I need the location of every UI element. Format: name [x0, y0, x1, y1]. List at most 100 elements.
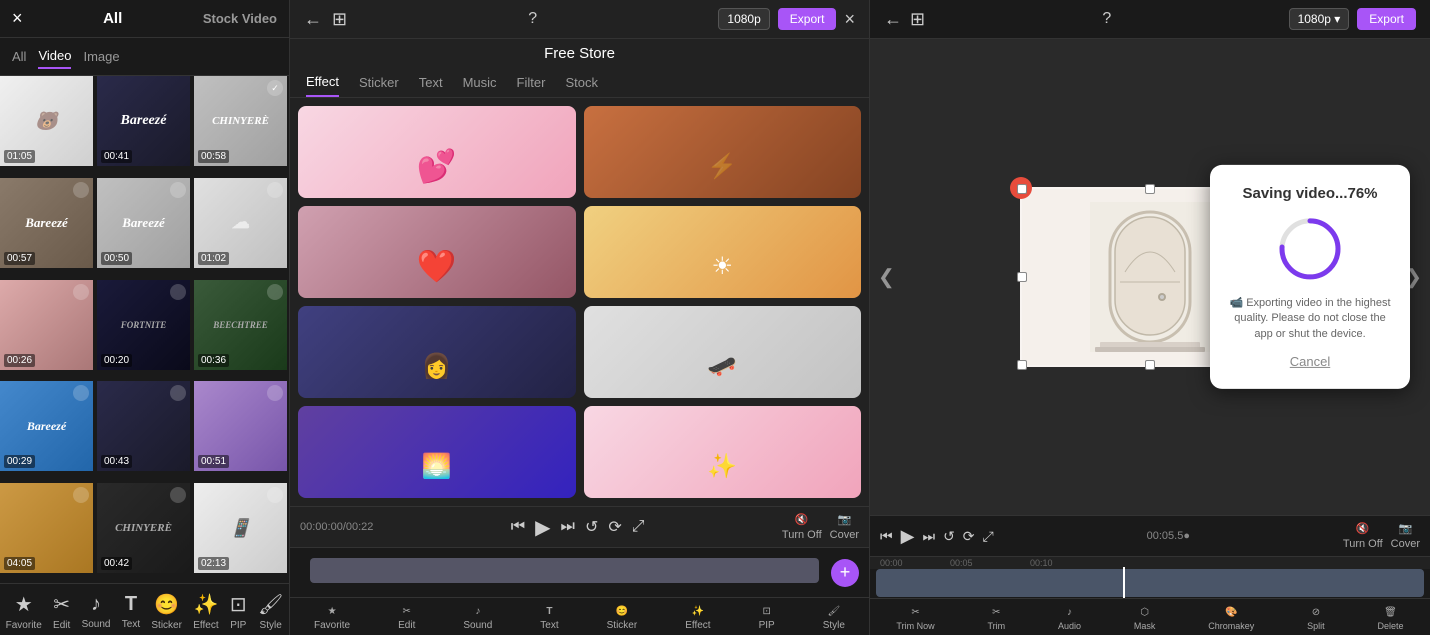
list-item[interactable]: Bareezé 00:29	[0, 381, 93, 471]
edit-label: Edit	[53, 620, 70, 631]
effect-7[interactable]: 🌅 Effect 7 Tiked	[298, 406, 576, 498]
effect-heart-emoji[interactable]: ❤️ Heart Emoji Tiked	[298, 206, 576, 298]
list-item[interactable]: 00:43	[97, 381, 190, 471]
sound-button-mid[interactable]: ♪ Sound	[463, 606, 492, 631]
close-icon[interactable]: ×	[844, 9, 855, 30]
tab-stock[interactable]: Stock	[565, 69, 598, 96]
turn-off-button[interactable]: 🔇 Turn Off	[1343, 522, 1383, 550]
tab-filter[interactable]: Filter	[517, 69, 546, 96]
resolution-button[interactable]: 1080p	[718, 8, 769, 30]
tab-image[interactable]: Image	[83, 45, 119, 68]
cover-button[interactable]: 📷 Cover	[830, 513, 859, 541]
style-button-mid[interactable]: 🖌 Style	[823, 606, 845, 631]
duration-label: 04:05	[4, 557, 35, 570]
redo-icon[interactable]: ⟳	[608, 517, 621, 537]
question-icon[interactable]: ?	[1102, 10, 1111, 28]
style-button[interactable]: 🖌 Style	[258, 592, 283, 631]
undo-icon[interactable]: ↺	[943, 528, 955, 545]
effect-light-leak-2[interactable]: ☀ Light Leak 2 Tiked	[584, 206, 862, 298]
play-icon[interactable]: ▶	[535, 515, 550, 540]
list-item[interactable]: 📱 02:13	[194, 483, 287, 573]
handle-bottom-left[interactable]	[1017, 360, 1027, 370]
ctrl-buttons: ⏮ ▶ ⏭ ↺ ⟳ ⤢	[511, 515, 645, 540]
list-item[interactable]: 🐻 01:05	[0, 76, 93, 166]
expand-icon[interactable]: ⤢	[632, 518, 645, 536]
expand-icon[interactable]: ⤢	[983, 528, 994, 545]
chromakey-button[interactable]: 🎨 Chromakey	[1208, 607, 1254, 631]
handle-bottom-center[interactable]	[1145, 360, 1155, 370]
tab-all[interactable]: All	[12, 45, 26, 68]
export-button[interactable]: Export	[778, 8, 837, 30]
audio-button[interactable]: ♪ Audio	[1058, 607, 1081, 631]
undo-icon[interactable]: ↺	[585, 517, 598, 537]
close-icon[interactable]: ×	[12, 8, 23, 29]
preview-arrow-left[interactable]: ❮	[878, 265, 895, 290]
resolution-button[interactable]: 1080p ▾	[1289, 8, 1350, 30]
pip-button[interactable]: ⊡ PIP	[230, 592, 247, 631]
sound-button[interactable]: ♪ Sound	[82, 593, 111, 630]
split-button[interactable]: ⊘ Split	[1307, 607, 1325, 631]
effect-flash-4[interactable]: 👩 Flash 4 Tiked	[298, 306, 576, 398]
list-item[interactable]: Bareezé 00:57	[0, 178, 93, 268]
tab-music[interactable]: Music	[463, 69, 497, 96]
tab-effect[interactable]: Effect	[306, 68, 339, 97]
effect-thumb: ☀	[584, 206, 862, 298]
add-clip-button[interactable]: +	[831, 559, 859, 587]
mask-button[interactable]: ⬡ Mask	[1134, 607, 1156, 631]
effect-flash-1[interactable]: 🛹 Flash 1 Tiked	[584, 306, 862, 398]
list-item[interactable]: BEECHTREE 00:36	[194, 280, 287, 370]
handle-top-center[interactable]	[1145, 184, 1155, 194]
turn-off-button[interactable]: 🔇 Turn Off	[782, 513, 822, 541]
list-item[interactable]: FORTNITE 00:20	[97, 280, 190, 370]
favorite-button[interactable]: ★ Favorite	[6, 592, 42, 631]
edit-button-mid[interactable]: ✂ Edit	[398, 606, 415, 631]
saving-cancel-button[interactable]: Cancel	[1290, 354, 1330, 369]
tab-video[interactable]: Video	[38, 44, 71, 69]
edit-button[interactable]: ✂ Edit	[53, 592, 70, 631]
effect-button[interactable]: ✨ Effect	[193, 592, 218, 631]
pip-button-mid[interactable]: ⊡ PIP	[759, 606, 775, 631]
list-item[interactable]: 04:05	[0, 483, 93, 573]
list-item[interactable]: Bareezé 00:41	[97, 76, 190, 166]
list-item[interactable]: 00:26	[0, 280, 93, 370]
skip-end-icon[interactable]: ⏭	[922, 528, 935, 545]
effect-pixel-pop[interactable]: 💕 Pixel Pop Tiked	[298, 106, 576, 198]
sticker-button[interactable]: 😊 Sticker	[151, 592, 182, 631]
sticker-button-mid[interactable]: 😊 Sticker	[607, 606, 638, 631]
turn-off-icon: 🔇	[1356, 522, 1370, 535]
redo-icon[interactable]: ⟳	[963, 528, 975, 545]
text-button-mid[interactable]: T Text	[540, 606, 558, 631]
trim-now-button[interactable]: ✂ Trim Now	[896, 607, 934, 631]
handle-top-left[interactable]	[1017, 184, 1027, 194]
skip-back-icon[interactable]: ⏮	[511, 518, 525, 536]
list-item[interactable]: CHINYERÈ 00:42	[97, 483, 190, 573]
back-icon[interactable]: ←	[884, 9, 902, 30]
list-item[interactable]: ☁ 01:02	[194, 178, 287, 268]
store-title: Free Store	[290, 39, 869, 68]
export-button[interactable]: Export	[1357, 8, 1416, 30]
trim-button[interactable]: ✂ Trim	[987, 607, 1005, 631]
back-icon[interactable]: ←	[304, 9, 322, 30]
skip-start-icon[interactable]: ⏮	[880, 528, 893, 545]
question-icon[interactable]: ?	[528, 10, 537, 28]
handle-middle-left[interactable]	[1017, 272, 1027, 282]
grid-icon[interactable]: ⊞	[332, 9, 347, 30]
delete-button[interactable]: 🗑 Delete	[1378, 607, 1404, 631]
audio-icon: ♪	[1067, 607, 1072, 618]
list-item[interactable]: CHINYERÈ 00:58 ✓	[194, 76, 287, 166]
skip-forward-icon[interactable]: ⏭	[561, 518, 575, 536]
effect-8[interactable]: ✨ Effect 8 Tiked	[584, 406, 862, 498]
grid-icon[interactable]: ⊞	[910, 9, 925, 30]
list-item[interactable]: 00:51	[194, 381, 287, 471]
effect-icon: ✨	[193, 592, 218, 617]
cover-button[interactable]: 📷 Cover	[1391, 522, 1420, 550]
play-icon[interactable]: ▶	[901, 526, 915, 547]
favorite-button-mid[interactable]: ★ Favorite	[314, 606, 350, 631]
effect-shaking-3[interactable]: ⚡ Shaking 3 Tiked	[584, 106, 862, 198]
track-segment-main: 2.0s	[876, 569, 1424, 597]
text-button[interactable]: T Text	[122, 593, 140, 630]
effect-button-mid[interactable]: ✨ Effect	[685, 606, 710, 631]
list-item[interactable]: Bareezé 00:50	[97, 178, 190, 268]
tab-sticker[interactable]: Sticker	[359, 69, 399, 96]
tab-text[interactable]: Text	[419, 69, 443, 96]
